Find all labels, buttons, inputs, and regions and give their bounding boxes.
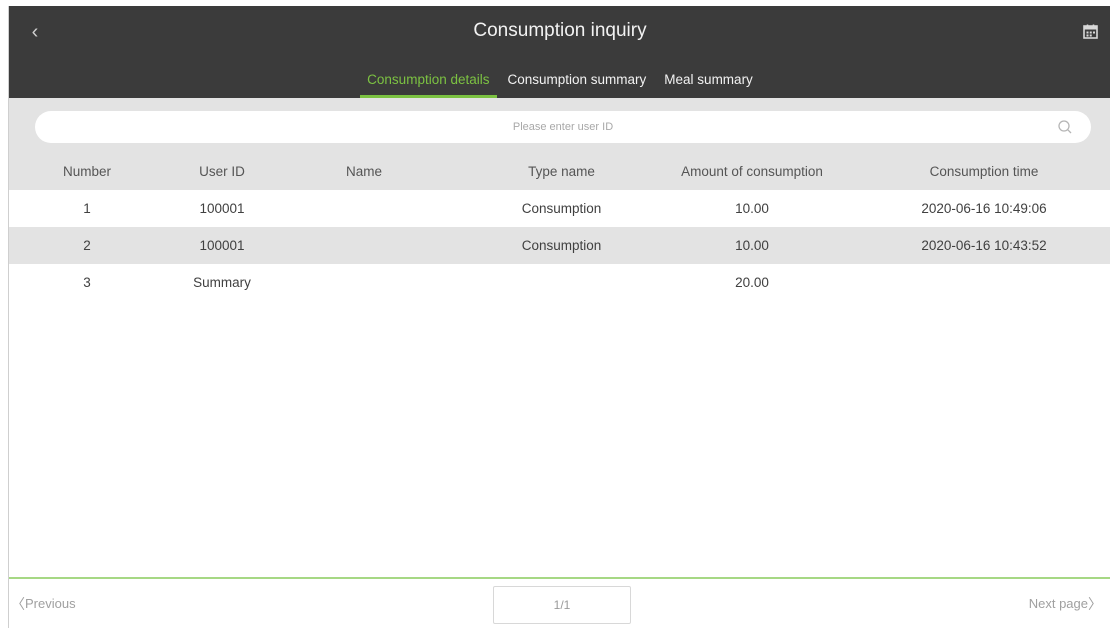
table-row[interactable]: 1 100001 Consumption 10.00 2020-06-16 10… (9, 190, 1110, 227)
search-icon[interactable] (1057, 119, 1073, 135)
cell-type-name: Consumption (521, 238, 602, 253)
user-id-search-input[interactable] (35, 111, 1091, 143)
cell-time: 2020-06-16 10:43:52 (921, 238, 1047, 253)
column-header-name: Name (345, 163, 382, 179)
calendar-icon (1083, 24, 1098, 39)
column-header-amount: Amount of consumption (681, 163, 823, 179)
cell-name (309, 190, 419, 227)
chevron-left-icon: 〈 (11, 596, 25, 612)
consumption-inquiry-screen: ‹ Consumption inquiry Consumption detail… (8, 6, 1110, 628)
next-page-button[interactable]: Next page〉 (1029, 594, 1102, 614)
cell-number: 1 (83, 201, 91, 216)
table-row[interactable]: 2 100001 Consumption 10.00 2020-06-16 10… (9, 227, 1110, 264)
chevron-right-icon: 〉 (1088, 596, 1102, 612)
previous-page-button[interactable]: 〈Previous (11, 594, 76, 614)
cell-time (889, 264, 1079, 301)
tab-meal-summary[interactable]: Meal summary (655, 68, 762, 98)
cell-amount: 10.00 (735, 201, 769, 216)
column-header-time: Consumption time (929, 163, 1039, 179)
cell-type-name: Consumption (521, 201, 602, 216)
cell-time: 2020-06-16 10:49:06 (921, 201, 1047, 216)
cell-user-id: Summary (193, 275, 251, 290)
header-bar: ‹ Consumption inquiry Consumption detail… (9, 6, 1110, 98)
next-label: Next page (1028, 596, 1088, 611)
cell-name (309, 227, 419, 264)
tab-consumption-summary[interactable]: Consumption summary (499, 68, 656, 98)
tab-consumption-details[interactable]: Consumption details (358, 68, 498, 98)
cell-amount: 20.00 (735, 275, 769, 290)
cell-user-id: 100001 (199, 238, 245, 253)
tab-bar: Consumption details Consumption summary … (9, 68, 1110, 98)
search-box (35, 111, 1091, 143)
cell-user-id: 100001 (199, 201, 245, 216)
cell-number: 2 (83, 238, 91, 253)
table-header: Number User ID Name Type name Amount of … (9, 152, 1110, 190)
cell-amount: 10.00 (735, 238, 769, 253)
search-area (9, 98, 1110, 152)
calendar-button[interactable] (1081, 22, 1101, 42)
cell-number: 3 (83, 275, 91, 290)
column-header-number: Number (62, 163, 111, 179)
table-row-summary[interactable]: 3 Summary 20.00 (9, 264, 1110, 301)
column-header-user-id: User ID (199, 163, 245, 179)
page-indicator[interactable]: 1/1 (493, 586, 631, 624)
footer-divider (9, 577, 1110, 579)
column-header-type-name: Type name (528, 163, 595, 179)
cell-type-name (489, 264, 634, 301)
previous-label: Previous (25, 596, 76, 611)
page-title: Consumption inquiry (473, 20, 647, 41)
cell-name (309, 264, 419, 301)
